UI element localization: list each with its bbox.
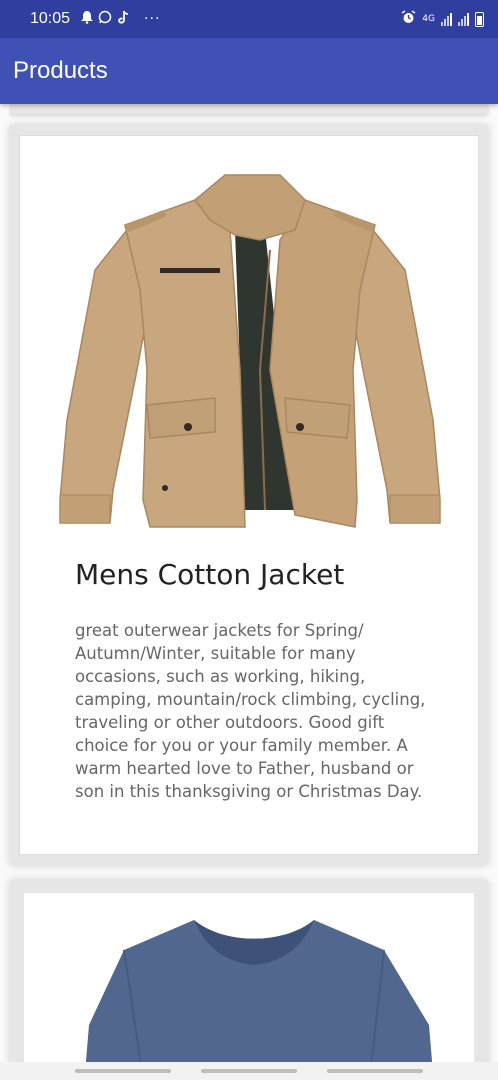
- blue-tshirt-image: [84, 920, 434, 1080]
- tiktok-icon: [116, 10, 130, 28]
- product-title: Mens Cotton Jacket: [75, 558, 345, 591]
- more-notifications-indicator: ···: [144, 11, 161, 27]
- whatsapp-icon: [98, 10, 112, 28]
- status-time: 10:05: [30, 10, 71, 27]
- product-card[interactable]: [24, 893, 474, 1080]
- system-navigation-bar: [0, 1062, 498, 1080]
- nav-back-button[interactable]: [327, 1069, 423, 1073]
- status-bar: 10:05 ··· 4G: [0, 0, 498, 38]
- network-type-label: 4G: [422, 14, 435, 24]
- bell-icon: [80, 10, 94, 28]
- signal-icon: [458, 12, 469, 26]
- product-description: great outerwear jackets for Spring/ Autu…: [75, 621, 426, 801]
- khaki-jacket-image: [59, 174, 441, 528]
- app-bar: Products: [0, 38, 498, 104]
- signal-icon: [441, 12, 452, 26]
- alarm-icon: [401, 10, 416, 28]
- battery-icon: [475, 11, 484, 27]
- system-status-icons: 4G: [401, 10, 484, 28]
- nav-recent-button[interactable]: [75, 1069, 171, 1073]
- page-title: Products: [13, 57, 108, 84]
- previous-card-edge: [10, 104, 488, 114]
- nav-home-button[interactable]: [201, 1069, 297, 1073]
- notification-icons: [80, 10, 130, 28]
